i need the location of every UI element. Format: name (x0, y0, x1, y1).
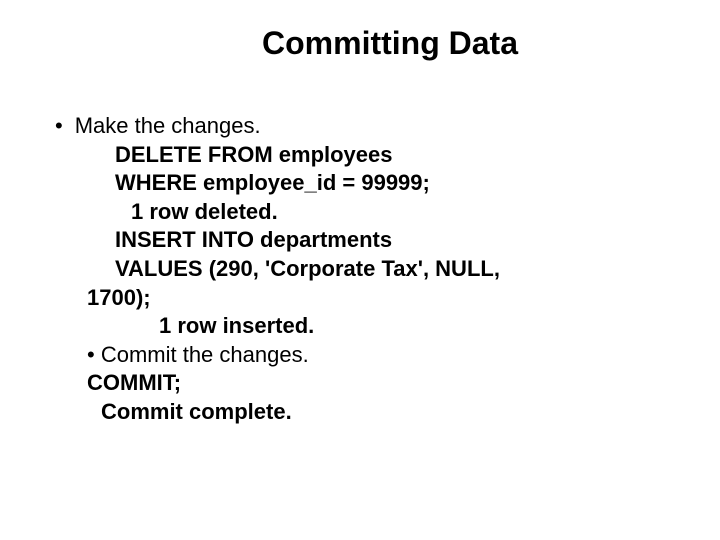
sql-commit-line: COMMIT; (87, 369, 680, 398)
slide-content: • Make the changes. DELETE FROM employee… (40, 112, 680, 427)
sql-where-line: WHERE employee_id = 99999; (115, 169, 680, 198)
bullet-item-2: • Commit the changes. (87, 341, 680, 370)
slide-title: Committing Data (40, 25, 680, 62)
code-block: DELETE FROM employees WHERE employee_id … (55, 141, 680, 427)
sql-values-line: VALUES (290, 'Corporate Tax', NULL, (115, 255, 680, 284)
result-inserted: 1 row inserted. (115, 312, 680, 341)
sql-delete-line: DELETE FROM employees (115, 141, 680, 170)
sql-insert-line: INSERT INTO departments (115, 226, 680, 255)
sql-values-continuation: 1700); (87, 284, 680, 313)
result-deleted: 1 row deleted. (115, 198, 680, 227)
result-commit: Commit complete. (101, 398, 680, 427)
bullet-dot-icon: • (55, 112, 63, 141)
bullet-text-1: Make the changes. (75, 112, 261, 141)
bullet-item-1: • Make the changes. (55, 112, 680, 141)
